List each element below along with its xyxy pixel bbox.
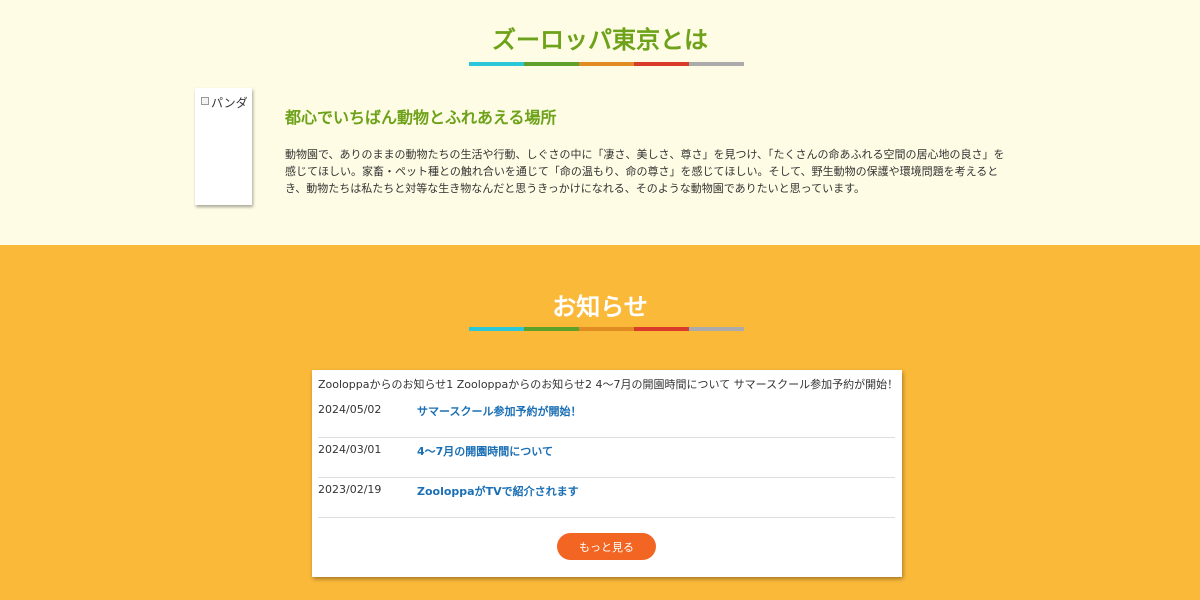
news-link[interactable]: サマースクール参加予約が開始！ [417,403,581,419]
news-link[interactable]: ZooloppaがTVで紹介されます [417,483,579,499]
about-title: ズーロッパ東京とは [492,26,708,54]
stripe-segment [469,62,524,66]
more-button[interactable]: もっと見る [557,533,656,560]
stripe-segment [689,62,744,66]
list-item: 2023/02/19 ZooloppaがTVで紹介されます [318,478,895,518]
about-heading: 都心でいちばん動物とふれあえる場所 [285,108,557,127]
stripe-segment [634,62,689,66]
about-description: 動物園で、ありのままの動物たちの生活や行動、しぐさの中に「凄さ、美しさ、尊さ」を… [285,148,1005,195]
list-item: 2024/05/02 サマースクール参加予約が開始！ [318,398,895,438]
news-panel: Zooloppaからのお知らせ1 Zooloppaからのお知らせ2 4〜7月の開… [312,370,902,577]
news-list: 2024/05/02 サマースクール参加予約が開始！ 2024/03/01 4〜… [318,398,895,518]
news-title: お知らせ [552,293,648,321]
stripe-segment [469,327,524,331]
news-ticker: Zooloppaからのお知らせ1 Zooloppaからのお知らせ2 4〜7月の開… [318,378,898,391]
news-link[interactable]: 4〜7月の開園時間について [417,443,553,459]
news-date: 2023/02/19 [318,483,382,496]
stripe-segment [579,62,634,66]
stripe-segment [634,327,689,331]
about-section: ズーロッパ東京とは パンダ 都心でいちばん動物とふれあえる場所 動物園で、ありの… [0,0,1200,245]
stripe-segment [689,327,744,331]
broken-image-icon [201,97,209,105]
stripe-segment [524,62,579,66]
photo-alt-text: パンダ [211,96,248,110]
panda-photo: パンダ [195,88,252,205]
stripe-segment [579,327,634,331]
stripe-segment [524,327,579,331]
news-section: お知らせ Zooloppaからのお知らせ1 Zooloppaからのお知らせ2 4… [0,245,1200,600]
news-date: 2024/05/02 [318,403,382,416]
about-title-stripe [469,62,744,66]
list-item: 2024/03/01 4〜7月の開園時間について [318,438,895,478]
news-date: 2024/03/01 [318,443,382,456]
news-title-stripe [469,327,744,331]
